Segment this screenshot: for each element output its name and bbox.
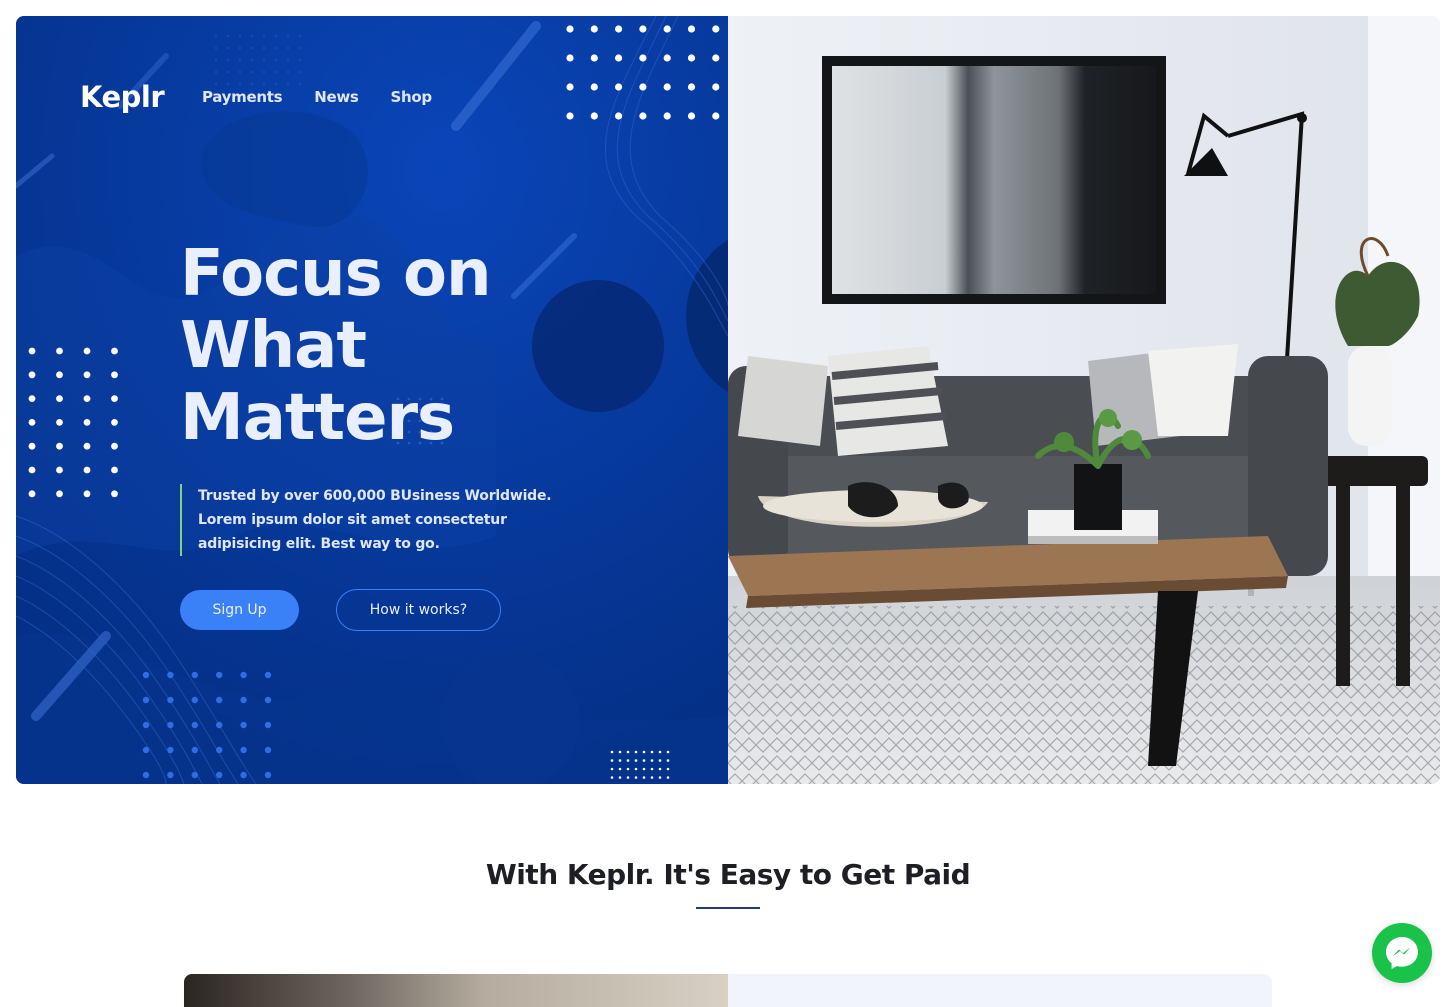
nav-item-news[interactable]: News (314, 88, 359, 106)
hero-section: Keplr Payments News Shop Focus on What M… (16, 16, 1440, 784)
nav-item-shop[interactable]: Shop (391, 88, 433, 106)
nav-item-payments[interactable]: Payments (202, 88, 283, 106)
feature-card-preview (184, 974, 1272, 1007)
hero-photo (728, 16, 1440, 784)
feature-image (184, 974, 728, 1007)
headline-line: Matters (180, 381, 455, 455)
hero-left-panel: Keplr Payments News Shop Focus on What M… (16, 16, 728, 784)
hero-headline: Focus on What Matters (180, 238, 580, 454)
messenger-icon (1386, 937, 1418, 969)
messenger-chat-button[interactable] (1372, 923, 1432, 983)
living-room-image (728, 16, 1440, 784)
headline-line: What (180, 309, 367, 383)
feature-panel (728, 974, 1272, 1007)
title-underline (696, 907, 760, 909)
section-title: With Keplr. It's Easy to Get Paid (485, 858, 971, 891)
sign-up-button[interactable]: Sign Up (180, 590, 299, 630)
brand-logo[interactable]: Keplr (80, 80, 165, 114)
main-nav: Payments News Shop (202, 88, 464, 106)
how-it-works-button[interactable]: How it works? (336, 589, 501, 631)
headline-line: Focus on (180, 237, 492, 311)
hero-lede: Trusted by over 600,000 BUsiness Worldwi… (180, 484, 560, 556)
